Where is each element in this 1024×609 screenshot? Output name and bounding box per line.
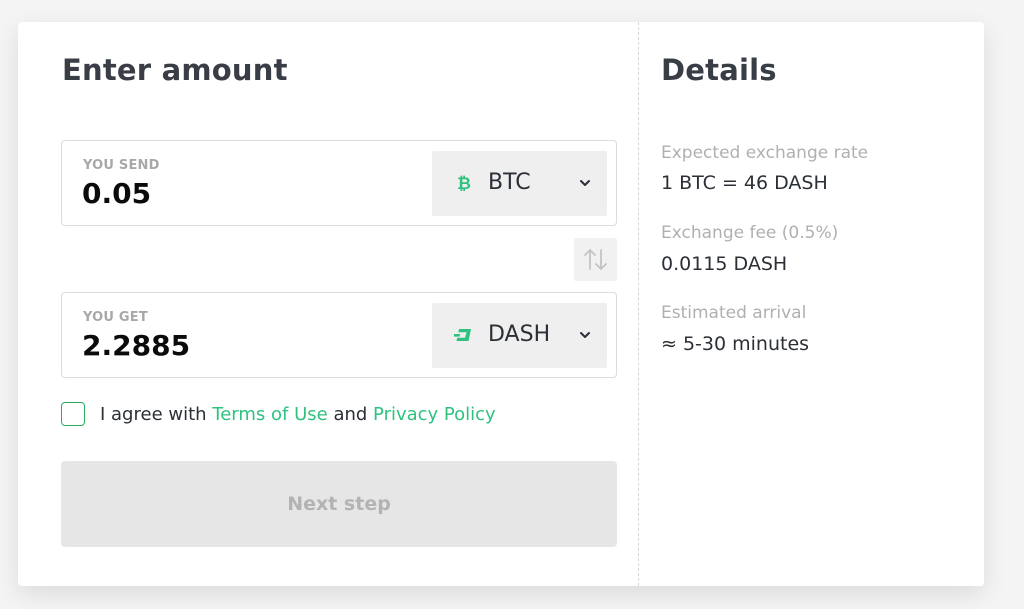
agree-text: I agree with Terms of Use and Privacy Po… [100,404,496,425]
swap-arrows-icon [584,249,607,270]
get-label: YOU GET [83,310,148,325]
exchange-fee-value: 0.0115 DASH [661,253,788,275]
exchange-rate-label: Expected exchange rate [661,143,869,163]
send-currency-select[interactable]: ₿ BTC [432,151,607,216]
send-label: YOU SEND [83,158,160,173]
send-amount-box: YOU SEND ₿ BTC [61,140,617,226]
chevron-down-icon [580,332,590,338]
terms-of-use-link[interactable]: Terms of Use [212,404,327,425]
get-currency-select[interactable]: DASH [432,303,607,368]
swap-currencies-button[interactable] [574,238,617,281]
get-amount-input[interactable] [82,329,402,362]
details-panel: Details Expected exchange rate 1 BTC = 4… [640,22,984,586]
exchange-rate-value: 1 BTC = 46 DASH [661,172,828,194]
enter-amount-title: Enter amount [62,53,288,87]
estimated-arrival-label: Estimated arrival [661,303,807,323]
enter-amount-panel: Enter amount YOU SEND ₿ BTC [18,22,639,586]
agree-prefix: I agree with [100,404,213,425]
exchange-fee-label: Exchange fee (0.5%) [661,223,839,243]
svg-text:₿: ₿ [457,174,471,193]
agree-middle: and [327,404,374,425]
details-title: Details [661,53,777,87]
dash-icon [454,329,471,341]
chevron-down-icon [580,180,590,186]
privacy-policy-link[interactable]: Privacy Policy [373,404,496,425]
get-currency-name: DASH [488,322,551,347]
estimated-arrival-value: ≈ 5-30 minutes [661,333,810,355]
agree-checkbox[interactable] [61,402,85,426]
exchange-card: Enter amount YOU SEND ₿ BTC [18,22,984,586]
next-step-button[interactable]: Next step [61,461,617,547]
get-amount-box: YOU GET DASH [61,292,617,378]
send-currency-name: BTC [488,170,531,195]
send-amount-input[interactable] [82,177,402,210]
bitcoin-icon: ₿ [457,174,471,193]
